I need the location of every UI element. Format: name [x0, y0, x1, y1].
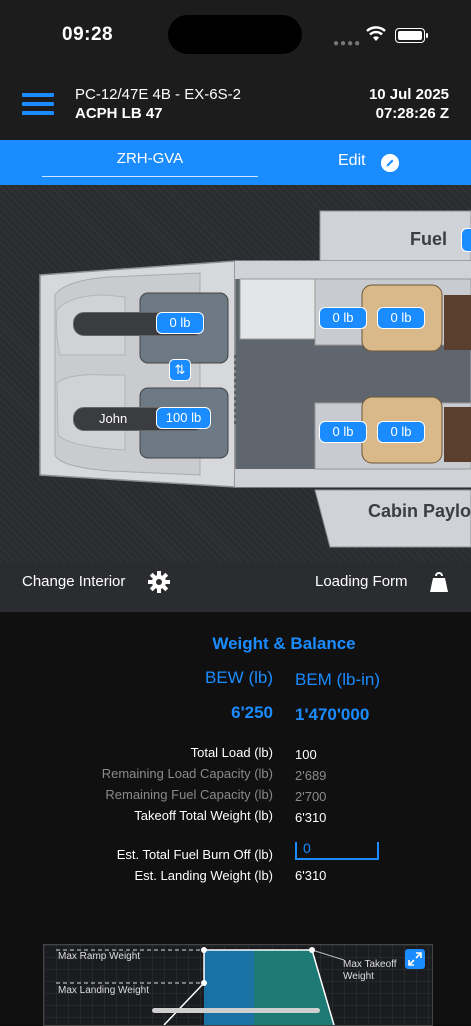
gear-icon[interactable] — [148, 571, 170, 593]
remaining-load-label: Remaining Load Capacity (lb) — [101, 766, 273, 781]
change-interior-button[interactable]: Change Interior — [22, 573, 125, 590]
max-takeoff-label-1: Max Takeoff — [343, 959, 397, 970]
takeoff-weight-value: 6'310 — [295, 810, 327, 825]
bew-label: BEW (lb) — [205, 668, 273, 687]
remaining-load-value: 2'689 — [295, 768, 327, 783]
aircraft-registration: ACPH LB 47 — [75, 105, 163, 122]
aircraft-seat-map: Fuel Cabin Paylo 0 lb ⇅ John 100 lb 0 lb… — [0, 185, 471, 562]
loading-form-button[interactable]: Loading Form — [315, 573, 408, 590]
fuel-burn-value: 0 — [303, 840, 311, 856]
signal-icon: ●●●● — [333, 38, 362, 49]
hamburger-menu-icon[interactable] — [22, 93, 54, 115]
wb-title: Weight & Balance — [212, 634, 356, 653]
cabin-seat-2-weight[interactable]: 0 lb — [377, 307, 425, 329]
bew-value: 6'250 — [231, 703, 273, 722]
expand-icon[interactable] — [405, 949, 425, 969]
max-landing-label: Max Landing Weight — [58, 985, 149, 996]
max-ramp-label: Max Ramp Weight — [58, 951, 141, 962]
battery-icon — [395, 28, 428, 43]
landing-weight-value: 6'310 — [295, 868, 327, 883]
total-load-value: 100 — [295, 747, 317, 762]
copilot-weight-badge[interactable]: 0 lb — [156, 312, 204, 334]
home-indicator[interactable] — [152, 1008, 320, 1013]
fuel-label: Fuel — [410, 229, 448, 249]
fuel-burn-label: Est. Total Fuel Burn Off (lb) — [116, 847, 273, 862]
cabin-seat-3-weight[interactable]: 0 lb — [319, 421, 367, 443]
status-time: 09:28 — [62, 24, 114, 45]
header-date: 10 Jul 2025 — [368, 86, 449, 103]
total-load-label: Total Load (lb) — [190, 745, 273, 760]
cabin-payload-label: Cabin Paylo — [368, 501, 471, 521]
takeoff-weight-label: Takeoff Total Weight (lb) — [134, 808, 273, 823]
landing-weight-label: Est. Landing Weight (lb) — [134, 868, 274, 883]
remaining-fuel-value: 2'700 — [295, 789, 327, 804]
bem-label: BEM (lb-in) — [295, 670, 381, 689]
pencil-icon[interactable] — [381, 154, 399, 172]
cg-envelope-chart: Max Ramp Weight Max Landing Weight Max T… — [43, 944, 433, 1026]
remaining-fuel-label: Remaining Fuel Capacity (lb) — [105, 787, 273, 802]
tab-edit[interactable]: Edit — [338, 152, 366, 170]
fuel-burn-input[interactable]: 0 — [295, 840, 379, 860]
swap-seats-icon[interactable]: ⇅ — [169, 359, 191, 381]
tab-route[interactable]: ZRH-GVA — [42, 140, 258, 177]
max-takeoff-label-2: Weight — [343, 971, 374, 982]
bem-value: 1'470'000 — [295, 705, 370, 724]
fuel-toggle[interactable] — [461, 228, 471, 252]
app-header: PC-12/47E 4B - EX-6S-2 ACPH LB 47 10 Jul… — [0, 70, 471, 140]
status-bar: 09:28 ●●●● — [0, 0, 471, 70]
cabin-seat-4-weight[interactable]: 0 lb — [377, 421, 425, 443]
dynamic-island — [168, 15, 302, 54]
wifi-icon — [366, 26, 386, 41]
cabin-seat-1-weight[interactable]: 0 lb — [319, 307, 367, 329]
pilot-weight-badge[interactable]: 100 lb — [156, 407, 211, 429]
pilot-name: John — [99, 411, 128, 426]
aircraft-type: PC-12/47E 4B - EX-6S-2 — [75, 86, 241, 103]
tab-bar: ZRH-GVA Edit — [0, 140, 471, 185]
header-time: 07:28:26 Z — [375, 105, 449, 122]
action-bar: Change Interior Loading Form — [0, 562, 471, 612]
weight-icon[interactable] — [430, 570, 448, 592]
